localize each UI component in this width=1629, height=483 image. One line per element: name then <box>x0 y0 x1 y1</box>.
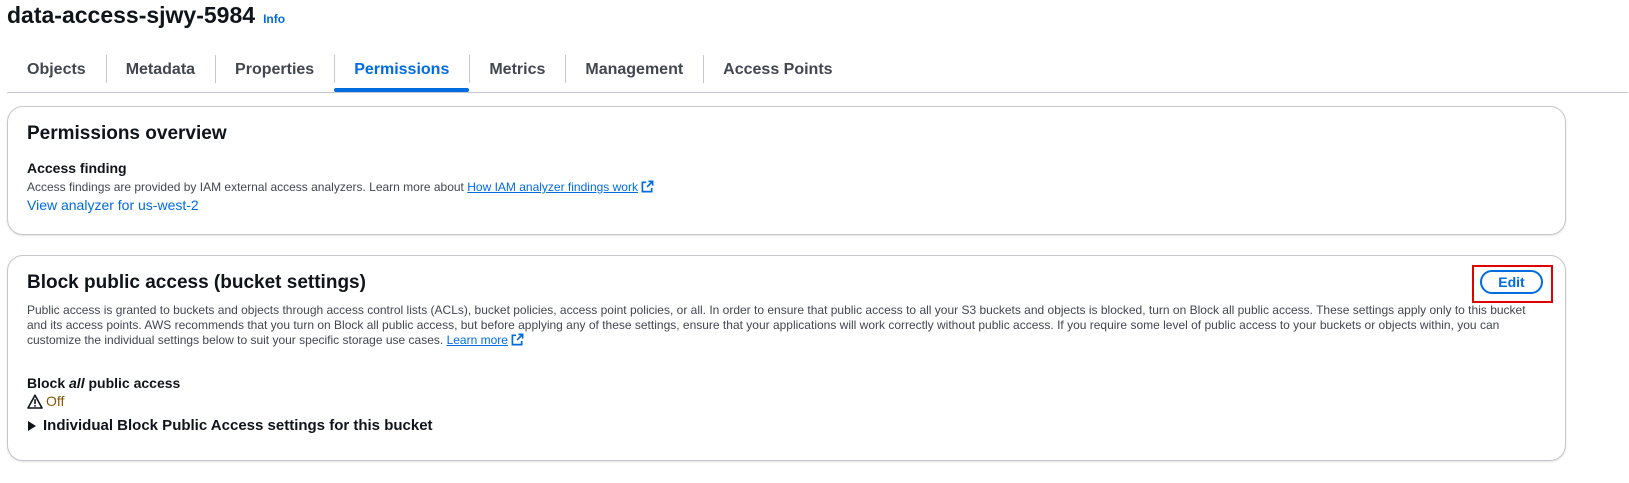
individual-settings-expander[interactable]: Individual Block Public Access settings … <box>28 417 433 434</box>
block-all-suffix: public access <box>88 375 181 391</box>
view-analyzer-link[interactable]: View analyzer for us-west-2 <box>27 197 199 213</box>
permissions-overview-heading: Permissions overview <box>27 123 227 144</box>
tab-metrics[interactable]: Metrics <box>469 50 565 90</box>
block-all-public-access-label: Block all public access <box>27 375 180 391</box>
block-public-access-panel: Block public access (bucket settings) Ed… <box>7 255 1566 461</box>
tab-management[interactable]: Management <box>565 50 703 90</box>
block-public-access-text: Public access is granted to buckets and … <box>27 303 1526 347</box>
tab-metadata[interactable]: Metadata <box>105 50 215 90</box>
iam-findings-link[interactable]: How IAM analyzer findings work <box>467 180 654 194</box>
page-title: data-access-sjwy-5984 <box>7 2 256 28</box>
block-all-prefix: Block <box>27 375 66 391</box>
access-finding-text: Access findings are provided by IAM exte… <box>27 180 464 194</box>
info-link[interactable]: Info <box>263 12 285 26</box>
caret-right-icon <box>28 420 36 431</box>
permissions-overview-panel: Permissions overview Access finding Acce… <box>7 106 1566 235</box>
tab-objects[interactable]: Objects <box>7 50 106 90</box>
tab-bar: Objects Metadata Properties Permissions … <box>7 50 1628 93</box>
block-all-emphasis: all <box>69 375 85 391</box>
warning-icon <box>27 393 43 409</box>
tab-permissions[interactable]: Permissions <box>334 50 470 92</box>
block-public-access-description: Public access is granted to buckets and … <box>27 303 1542 348</box>
block-public-access-heading: Block public access (bucket settings) <box>27 272 366 293</box>
access-finding-description: Access findings are provided by IAM exte… <box>27 180 654 195</box>
tab-properties[interactable]: Properties <box>215 50 334 90</box>
bucket-title-row: data-access-sjwy-5984 Info <box>7 2 285 29</box>
status-off-text: Off <box>46 393 65 409</box>
iam-findings-link-label: How IAM analyzer findings work <box>467 180 638 194</box>
learn-more-link[interactable]: Learn more <box>447 333 524 347</box>
external-link-icon <box>511 333 524 346</box>
external-link-icon <box>641 180 654 193</box>
block-all-status: Off <box>27 393 64 409</box>
edit-button[interactable]: Edit <box>1480 270 1543 294</box>
tab-access-points[interactable]: Access Points <box>703 50 852 90</box>
learn-more-label: Learn more <box>446 333 508 347</box>
access-finding-label: Access finding <box>27 160 127 176</box>
edit-highlight-box: Edit <box>1472 265 1553 303</box>
individual-settings-label: Individual Block Public Access settings … <box>43 417 433 434</box>
